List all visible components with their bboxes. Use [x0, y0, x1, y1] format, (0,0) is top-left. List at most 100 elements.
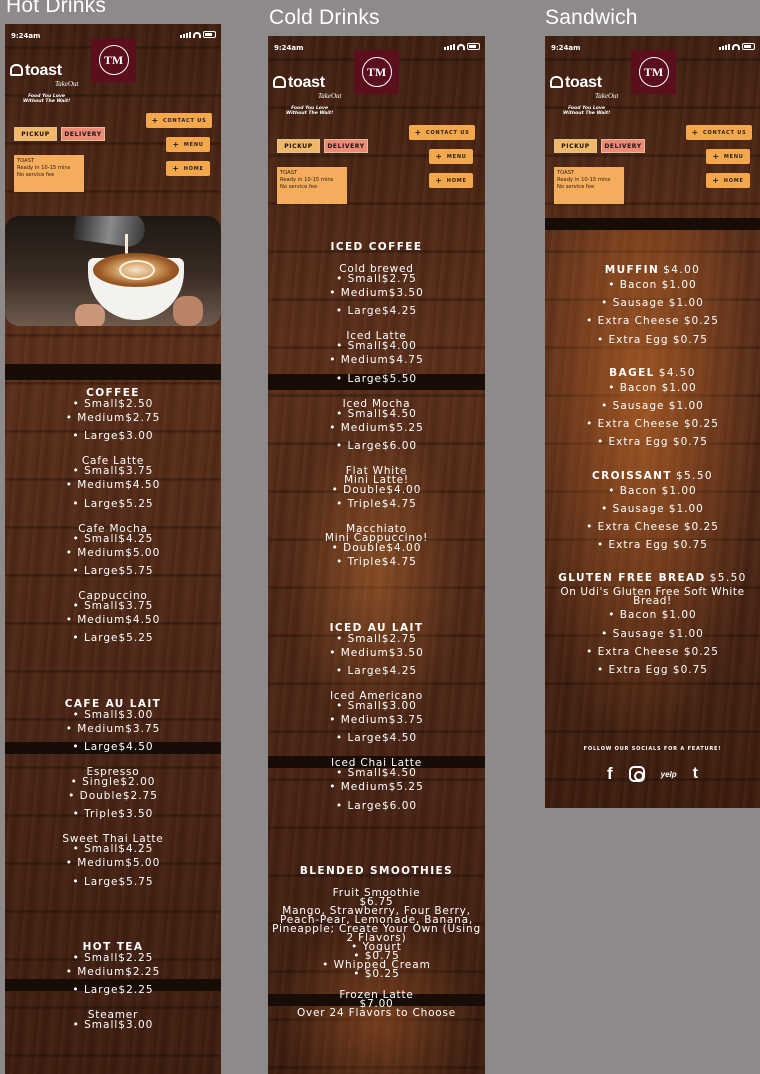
menu-item-option: • Large$5.75: [72, 875, 154, 888]
menu-item-option: • Bacon $1.00: [608, 381, 697, 394]
contact-us-button[interactable]: + CONTACT US: [409, 125, 475, 140]
menu-item-option: • Extra Cheese $0.25: [586, 418, 719, 431]
contact-us-button[interactable]: + CONTACT US: [146, 113, 212, 128]
signal-icon: [719, 44, 730, 50]
menu-section: CROISSANT $5.50 • Bacon $1.00 • Sausage $1.…: [545, 470, 760, 555]
menu-item-option: • Bacon $1.00: [608, 484, 697, 497]
menu-item-option: • Large$5.25: [72, 632, 154, 645]
menu-item-option: • Medium$4.50: [65, 479, 161, 492]
section-title: ICED COFFEE: [330, 241, 423, 253]
section-title-text: GLUTEN FREE BREAD: [558, 572, 706, 585]
menu-item-option: • Triple$3.50: [72, 808, 154, 821]
section-description: On Udi's Gluten Free Soft White Bread!: [560, 586, 745, 608]
instagram-icon[interactable]: [628, 766, 645, 782]
plus-icon: +: [172, 164, 180, 173]
delivery-button[interactable]: DELIVERY: [61, 127, 105, 141]
delivery-button[interactable]: DELIVERY: [601, 139, 645, 153]
menu-item-name: Frozen Latte $7.00 Over 24 Flavors to Choo…: [296, 988, 457, 1019]
toast-logo: toast: [10, 62, 62, 80]
menu-item-option: • Large$6.00: [335, 440, 418, 453]
tumblr-icon[interactable]: t: [693, 765, 698, 783]
menu-item-option: • Sausage $1.00: [601, 400, 704, 413]
menu-item-option: • Extra Egg $0.75: [597, 664, 708, 677]
section-price: $5.50: [675, 469, 713, 482]
menu-item-option: • Single$2.00: [70, 776, 156, 789]
menu-item-option: • Small$2.75: [336, 273, 417, 285]
menu-item-option: • Extra Egg $0.75: [597, 539, 708, 552]
menu-item-option: • Medium$4.75: [329, 354, 424, 367]
tm-badge-logo: TM: [354, 50, 399, 94]
menu-item-option: • Extra Egg $0.75: [597, 436, 708, 449]
home-button[interactable]: + HOME: [429, 173, 473, 188]
menu-item-option: • Extra Egg $0.75: [597, 333, 708, 346]
pickup-button[interactable]: PICKUP: [277, 139, 320, 153]
menu-item-option: • Medium$5.00: [65, 546, 161, 559]
menu-item-option: • Sausage $1.00: [601, 297, 704, 310]
section-price: $5.50: [709, 572, 747, 585]
menu-item-option: • Large$2.25: [72, 984, 154, 997]
section-title: CROISSANT $5.50: [545, 470, 760, 482]
plus-icon: +: [435, 152, 443, 161]
menu-item-option: • Large$4.50: [335, 732, 418, 745]
menu-item-option: • Medium$3.50: [329, 287, 424, 299]
menu-item-option: • Small$2.75: [336, 632, 417, 645]
menu-section: BAGEL $4.50 • Bacon $1.00 • Sausage $1.00 • …: [545, 367, 760, 452]
menu-item-option: • Large$5.25: [72, 497, 154, 510]
menu-item-option: • Medium$3.75: [329, 714, 424, 727]
menu-item-option: • Medium$2.25: [65, 965, 161, 978]
status-time: 9:24am: [551, 44, 581, 52]
menu-item-name: Macchiato Mini Cappuccino!: [324, 523, 429, 545]
menu-item-option: • Medium$5.25: [329, 421, 424, 434]
home-button[interactable]: + HOME: [166, 161, 210, 176]
menu-item-option: • Medium$3.50: [329, 646, 424, 659]
facebook-icon[interactable]: f: [607, 764, 613, 784]
menu-item-option: • Medium$5.25: [329, 781, 424, 794]
status-icons: [719, 43, 755, 50]
toast-logo-icon: [550, 76, 563, 88]
section-title: CAFE AU LAIT: [64, 697, 162, 710]
menu-item-option: • Medium$4.50: [65, 614, 161, 627]
section-title-text: CROISSANT: [591, 469, 672, 482]
yelp-icon[interactable]: yelp: [661, 770, 677, 779]
social-links: f yelp t: [545, 764, 760, 784]
menu-item-option: • Small$4.00: [336, 340, 417, 353]
divider-band: [545, 218, 760, 230]
status-icons: [180, 31, 216, 38]
menu-item-option: • Large$3.00: [72, 430, 154, 443]
menu-item-option: • Medium$5.00: [65, 857, 161, 870]
tagline: Food You Love Without The Wait!: [563, 106, 611, 116]
section-title-text: MUFFIN: [604, 264, 660, 276]
menu-item-option: • Extra Cheese $0.25: [586, 645, 719, 658]
pickup-button[interactable]: PICKUP: [14, 127, 57, 141]
section-price: $4.00: [663, 264, 701, 276]
tagline: Food You Love Without The Wait!: [23, 94, 71, 104]
menu-item-option: • Small$3.00: [72, 1019, 154, 1032]
plus-icon: +: [151, 116, 160, 125]
wifi-icon: [732, 44, 740, 50]
signal-icon: [444, 44, 455, 50]
menu-item-option: • Double$4.00: [331, 484, 422, 497]
menu-item-option: • Bacon $1.00: [608, 279, 697, 291]
contact-us-button[interactable]: + CONTACT US: [686, 125, 752, 140]
socials-title: FOLLOW OUR SOCIALS FOR A FEATURE!: [583, 746, 722, 752]
menu-button[interactable]: + MENU: [706, 149, 750, 164]
menu-item-option: • Double$4.00: [331, 542, 422, 555]
menu-item-option: • Large$5.50: [335, 372, 418, 385]
menu-item-option: • Extra Cheese $0.25: [586, 315, 719, 328]
menu-button[interactable]: + MENU: [429, 149, 473, 164]
section-title: BAGEL $4.50: [545, 367, 760, 379]
section-title: GLUTEN FREE BREAD $5.50: [545, 572, 760, 584]
menu-button[interactable]: + MENU: [166, 137, 210, 152]
tm-badge-logo: TM: [91, 38, 136, 82]
menu-item-option: • Extra Cheese $0.25: [586, 521, 719, 534]
latte-art-photo: [5, 216, 221, 326]
status-time: 9:24am: [11, 32, 41, 40]
section-title: MUFFIN $4.00: [545, 264, 760, 276]
menu-item-option: • Small$3.00: [72, 708, 154, 721]
home-button[interactable]: + HOME: [706, 173, 750, 188]
pickup-button[interactable]: PICKUP: [554, 139, 597, 153]
plus-icon: +: [691, 128, 700, 137]
delivery-button[interactable]: DELIVERY: [324, 139, 368, 153]
